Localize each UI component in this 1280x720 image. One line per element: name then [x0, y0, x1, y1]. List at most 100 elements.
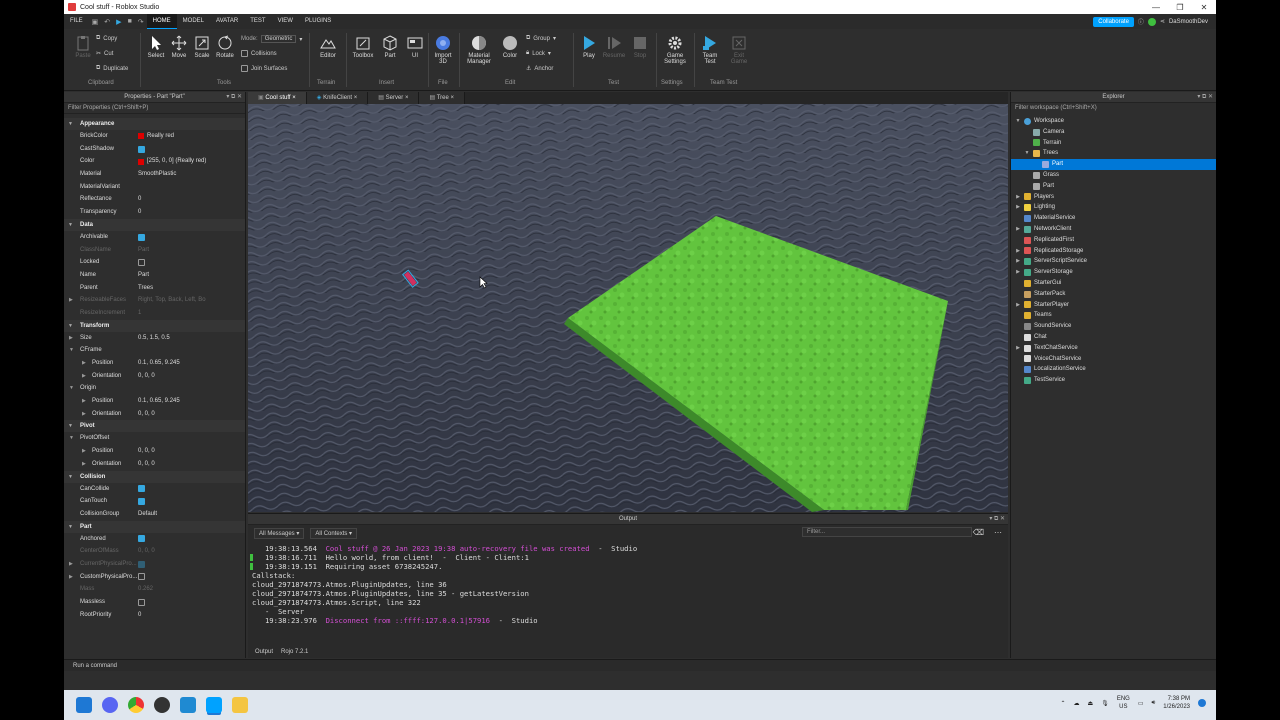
expand-arrow-icon[interactable]: ▶ — [82, 357, 86, 370]
game-settings-button[interactable]: Game Settings — [660, 35, 690, 65]
exit-game-button[interactable]: Exit Game — [726, 35, 752, 65]
massless-checkbox[interactable] — [138, 598, 145, 606]
tab-knifeclient[interactable]: ◈ KnifeClient × — [306, 92, 369, 104]
tab-close-icon[interactable]: × — [292, 95, 296, 101]
tree-item-teams[interactable]: Teams — [1011, 310, 1216, 321]
prop-cframe[interactable]: ▼ CFrame — [64, 344, 245, 357]
collaborate-button[interactable]: Collaborate — [1093, 16, 1134, 27]
expand-arrow-icon[interactable]: ▶ — [82, 395, 86, 408]
more-options-icon[interactable]: ⋯ — [994, 528, 1002, 537]
tree-item-startergui[interactable]: StarterGui — [1011, 278, 1216, 289]
panel-controls-icon[interactable]: ▾ ⧉ ✕ — [226, 92, 242, 103]
prop-cframe-orientation[interactable]: ▶ Orientation 0, 0, 0 — [64, 370, 245, 383]
prop-pivotoffset[interactable]: ▼ PivotOffset — [64, 432, 245, 445]
expand-arrow-icon[interactable]: ▶ — [1015, 267, 1021, 278]
roblox-studio-icon[interactable] — [206, 697, 222, 713]
section-data[interactable]: Data — [64, 218, 245, 231]
close-button[interactable]: ✕ — [1192, 3, 1216, 12]
save-icon[interactable]: ▣ — [89, 18, 102, 26]
tree-item-starterpack[interactable]: StarterPack — [1011, 289, 1216, 300]
prop-massless[interactable]: Massless — [64, 596, 245, 609]
part-button[interactable]: Part — [377, 35, 403, 59]
tree-item-trees[interactable]: ▼ Trees — [1011, 148, 1216, 159]
usb-icon[interactable]: ⏏ — [1088, 700, 1094, 707]
terrain-editor-button[interactable]: Editor — [315, 35, 341, 59]
expand-arrow-icon[interactable]: ▶ — [82, 458, 86, 471]
tree-item-part[interactable]: Part — [1011, 181, 1216, 192]
collapse-arrow-icon[interactable]: ▼ — [69, 432, 74, 445]
tab-output[interactable]: Output — [252, 648, 276, 656]
panel-controls-icon[interactable]: ▾ ⧉ ✕ — [989, 514, 1005, 525]
expand-arrow-icon[interactable]: ▶ — [1015, 224, 1021, 235]
tree-item-networkclient[interactable]: ▶ NetworkClient — [1011, 224, 1216, 235]
expand-arrow-icon[interactable]: ▶ — [1015, 246, 1021, 257]
stop-button[interactable]: Stop — [627, 35, 653, 59]
prop-cantouch[interactable]: CanTouch — [64, 495, 245, 508]
rotate-tool-button[interactable]: Rotate — [212, 35, 238, 59]
github-icon[interactable] — [154, 697, 170, 713]
tree-item-chat[interactable]: Chat — [1011, 332, 1216, 343]
share-icon[interactable]: ⋖ — [1160, 18, 1165, 25]
start-menu-icon[interactable] — [76, 697, 92, 713]
chrome-icon[interactable] — [128, 697, 144, 713]
prop-cframe-position[interactable]: ▶ Position 0.1, 0.65, 9.245 — [64, 357, 245, 370]
tree-item-serverstorage[interactable]: ▶ ServerStorage — [1011, 267, 1216, 278]
copy-button[interactable]: ⧉ Copy — [96, 35, 117, 42]
collapse-arrow-icon[interactable]: ▼ — [1015, 116, 1021, 127]
lock-button[interactable]: 🔒︎ Lock ▾ — [526, 50, 551, 57]
prop-anchored[interactable]: Anchored — [64, 533, 245, 546]
tab-rojo[interactable]: Rojo 7.2.1 — [278, 648, 311, 656]
expand-arrow-icon[interactable]: ▶ — [1015, 192, 1021, 203]
prop-transparency[interactable]: Transparency 0 — [64, 206, 245, 219]
collapse-arrow-icon[interactable]: ▼ — [69, 382, 74, 395]
discord-icon[interactable] — [102, 697, 118, 713]
duplicate-button[interactable]: ⧉ Duplicate — [96, 65, 128, 72]
section-transform[interactable]: Transform — [64, 319, 245, 332]
cloud-icon[interactable]: ☁ — [1074, 700, 1080, 707]
section-appearance[interactable]: Appearance — [64, 118, 245, 130]
archivable-checkbox[interactable] — [138, 233, 145, 241]
expand-arrow-icon[interactable]: ▶ — [1015, 343, 1021, 354]
menu-test[interactable]: TEST — [244, 14, 271, 29]
ui-button[interactable]: UI — [402, 35, 428, 59]
prop-cancollide[interactable]: CanCollide — [64, 483, 245, 496]
collapse-arrow-icon[interactable]: ▼ — [69, 344, 74, 357]
locked-checkbox[interactable] — [138, 259, 145, 267]
tree-item-localizationservice[interactable]: LocalizationService — [1011, 364, 1216, 375]
clock[interactable]: 7:38 PM 1/26/2023 — [1163, 695, 1190, 711]
resume-button[interactable]: Resume — [601, 35, 627, 59]
prop-size[interactable]: ▶ Size 0.5, 1.5, 0.5 — [64, 332, 245, 345]
section-collision[interactable]: Collision — [64, 470, 245, 483]
tree-item-testservice[interactable]: TestService — [1011, 375, 1216, 386]
vscode-icon[interactable] — [180, 697, 196, 713]
expand-arrow-icon[interactable]: ▶ — [69, 558, 73, 571]
tab-tree[interactable]: ▤ Tree × — [419, 92, 466, 104]
language-indicator[interactable]: ENG US — [1117, 695, 1130, 711]
anchor-button[interactable]: ⚓︎ Anchor — [526, 65, 553, 73]
menu-home[interactable]: HOME — [146, 14, 177, 29]
expand-arrow-icon[interactable]: ▶ — [82, 370, 86, 383]
mode-dropdown[interactable]: Mode: Geometric ▾ — [241, 35, 302, 43]
notification-icon[interactable] — [1198, 699, 1206, 707]
collapse-arrow-icon[interactable]: ▼ — [1024, 148, 1030, 159]
prop-name[interactable]: Name Part — [64, 269, 245, 282]
play-button[interactable]: Play — [576, 35, 602, 59]
all-contexts-dropdown[interactable]: All Contexts ▾ — [310, 528, 358, 539]
expand-arrow-icon[interactable]: ▶ — [1015, 256, 1021, 267]
file-explorer-icon[interactable] — [232, 697, 248, 713]
prop-rootpriority[interactable]: RootPriority 0 — [64, 609, 245, 622]
tree-item-replicatedfirst[interactable]: ReplicatedFirst — [1011, 235, 1216, 246]
prop-pivot-orientation[interactable]: ▶ Orientation 0, 0, 0 — [64, 458, 245, 471]
minimize-button[interactable]: — — [1144, 3, 1168, 12]
menu-plugins[interactable]: PLUGINS — [299, 14, 337, 29]
chevron-up-icon[interactable]: ⌃ — [1061, 700, 1066, 707]
tree-item-textchatservice[interactable]: ▶ TextChatService — [1011, 343, 1216, 354]
castshadow-checkbox[interactable] — [138, 145, 145, 153]
cut-button[interactable]: ✂ Cut — [96, 50, 113, 58]
import-3d-button[interactable]: Import 3D — [430, 35, 456, 65]
tree-item-materialservice[interactable]: MaterialService — [1011, 213, 1216, 224]
tree-item-grass[interactable]: Grass — [1011, 170, 1216, 181]
prop-material[interactable]: Material SmoothPlastic — [64, 168, 245, 181]
command-bar-input[interactable]: Run a command — [64, 659, 1216, 671]
output-filter-input[interactable]: Filter... — [802, 527, 972, 537]
